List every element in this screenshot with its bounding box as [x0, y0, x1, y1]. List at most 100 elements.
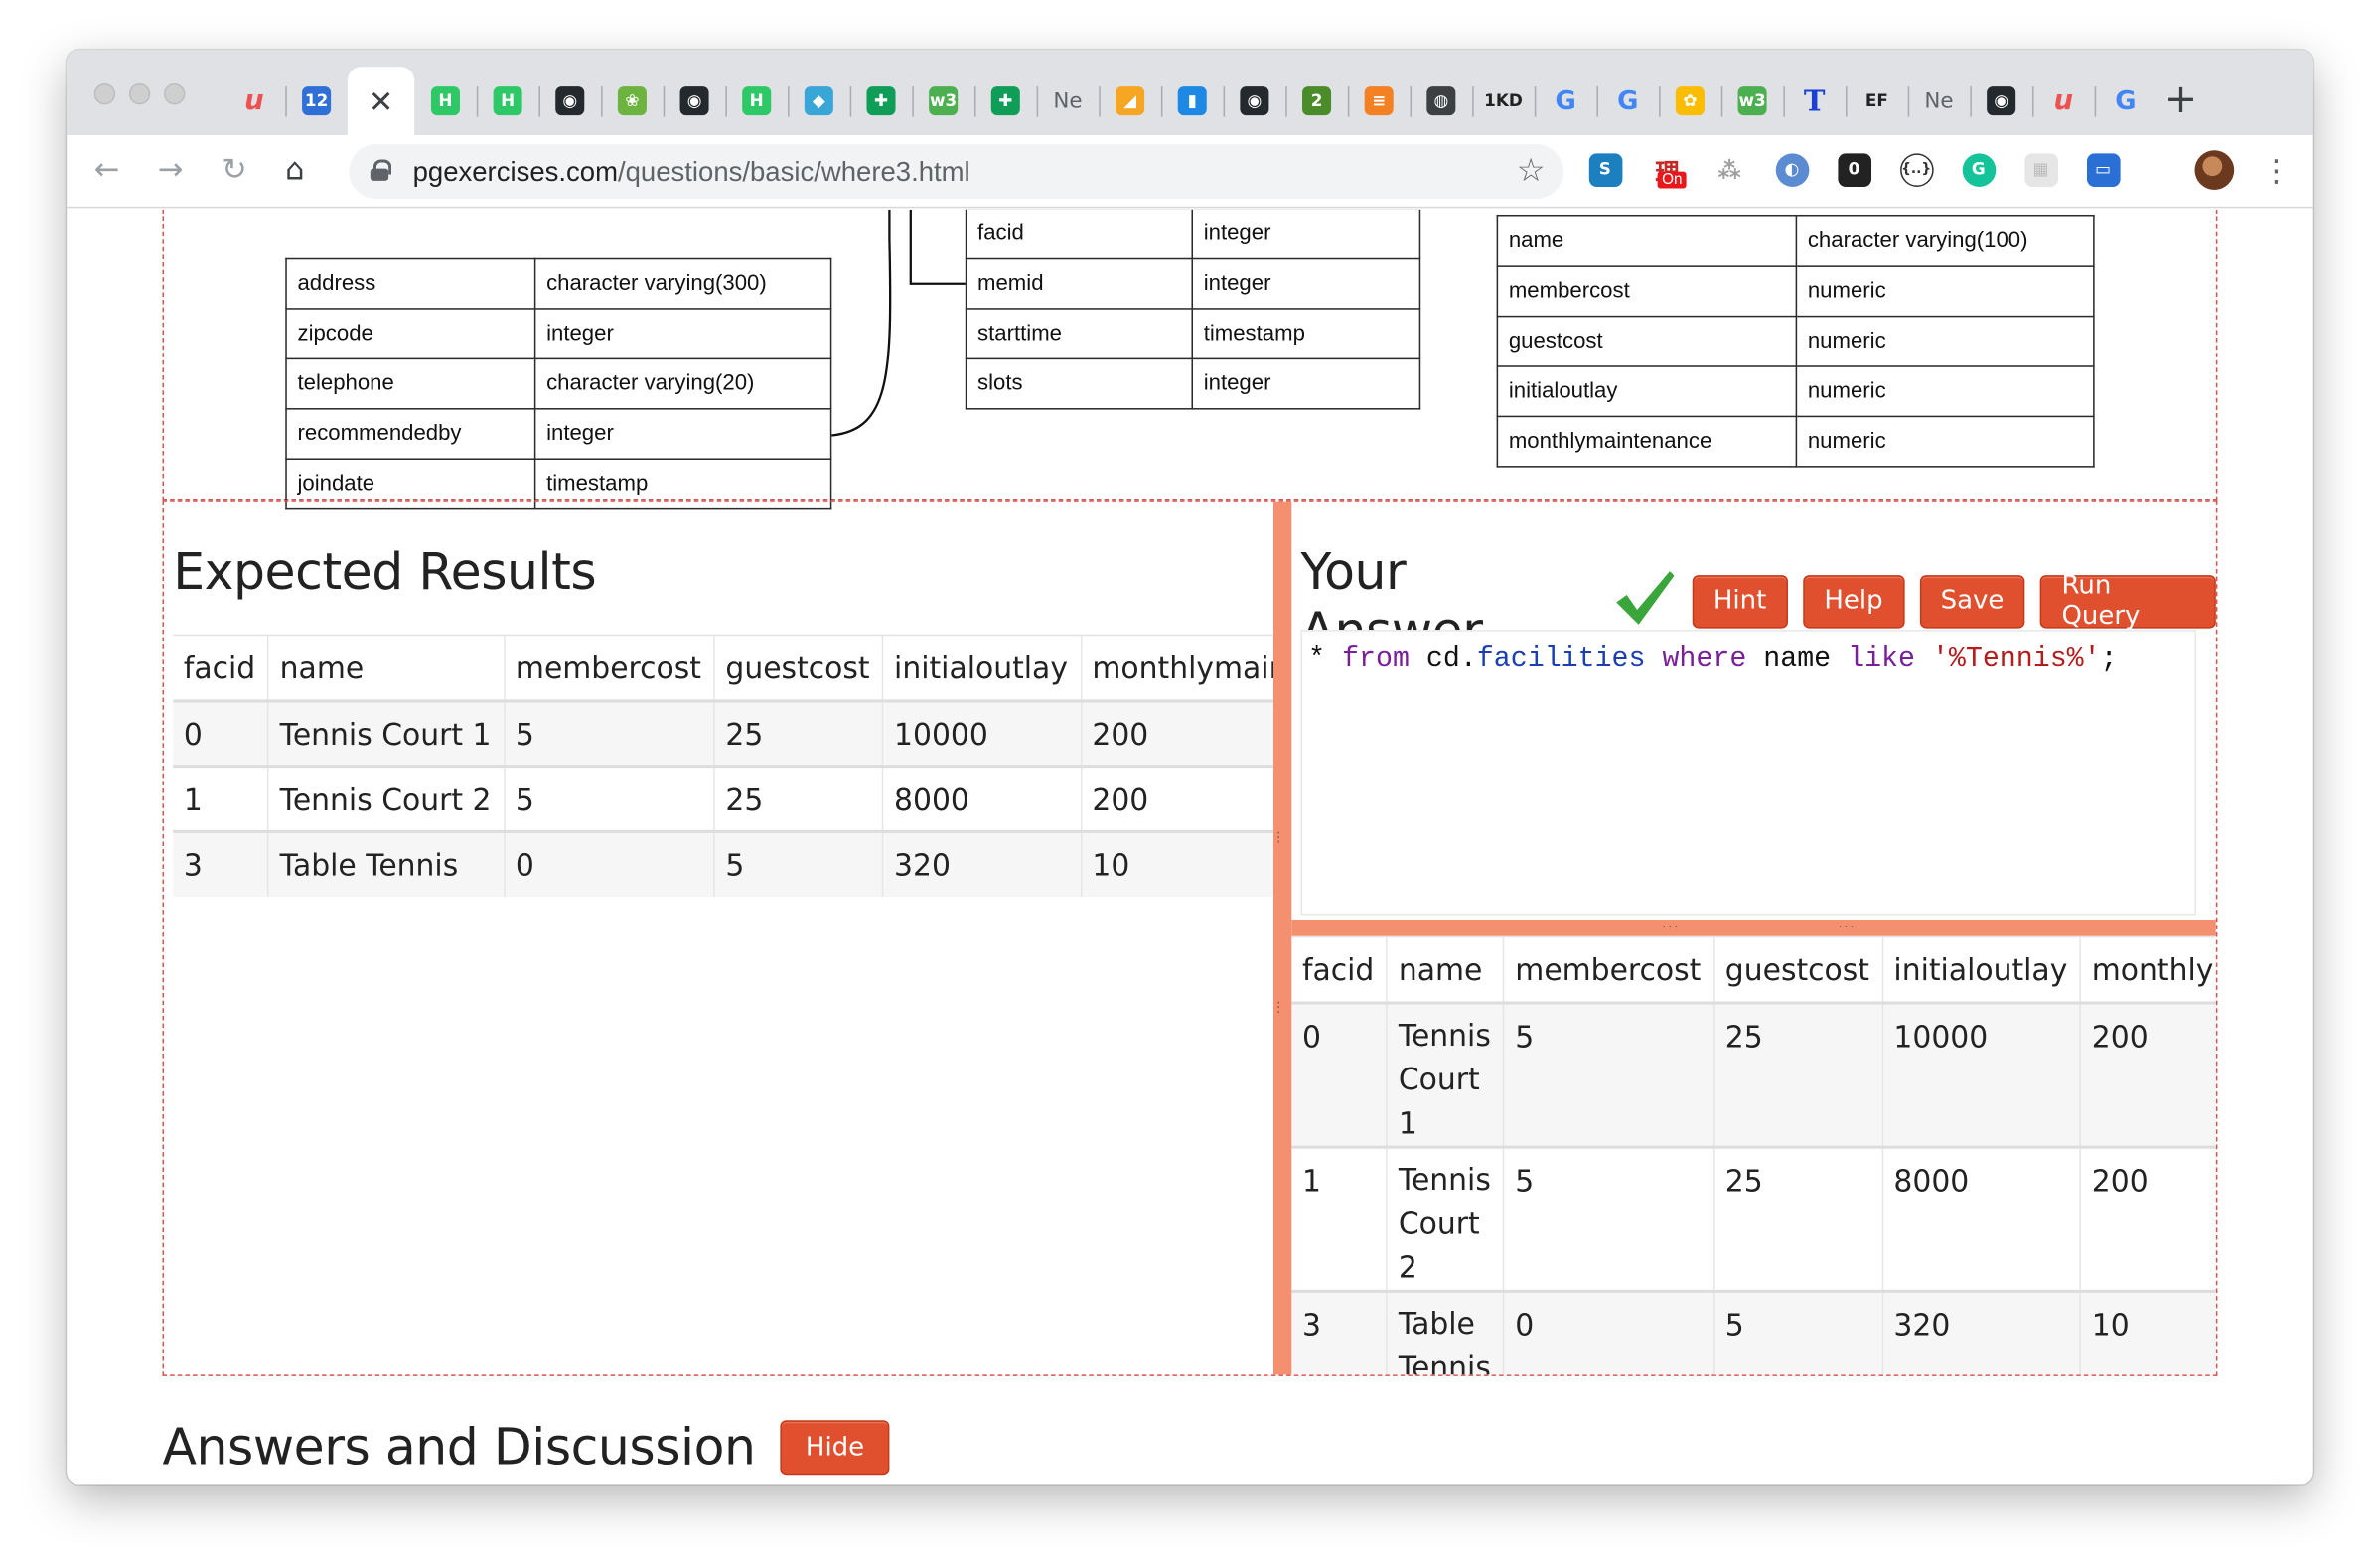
table-row: 1 Tennis Court 2 5 25 8000 200: [1291, 1145, 2216, 1291]
url-text[interactable]: pgexercises.com/questions/basic/where3.h…: [413, 156, 970, 188]
run-query-button[interactable]: Run Query: [2040, 571, 2216, 632]
browser-tab[interactable]: EF: [1846, 67, 1908, 135]
browser-tab[interactable]: G: [1596, 67, 1659, 135]
grammarly-icon[interactable]: G: [1958, 149, 1999, 190]
facilities-row: monthlymaintenance numeric: [1496, 415, 2095, 468]
address-bar[interactable]: pgexercises.com/questions/basic/where3.h…: [349, 144, 1563, 200]
column-header: name: [1386, 935, 1504, 1003]
relationship-lines: [831, 209, 966, 437]
hint-button[interactable]: Hint: [1692, 574, 1788, 628]
w3schools-icon: w3: [929, 86, 959, 116]
table-cell: 0: [503, 829, 714, 897]
minimize-window-button[interactable]: [128, 83, 151, 105]
forward-arrow-icon[interactable]: →: [158, 150, 184, 187]
back-arrow-icon[interactable]: ←: [94, 150, 120, 187]
browser-tab[interactable]: ◉: [663, 67, 726, 135]
browser-toolbar: ← → ↻ ⌂ pgexercises.com/questions/basic/…: [67, 134, 2313, 209]
table-cell: 0: [1291, 1001, 1388, 1147]
page-content: address character varying(300) zipcode inte…: [67, 209, 2313, 1485]
browser-tab[interactable]: H: [476, 67, 539, 135]
browser-tab[interactable]: u: [223, 67, 286, 135]
browser-tab[interactable]: G: [1534, 67, 1597, 135]
browser-tab[interactable]: H: [414, 67, 477, 135]
header-row: facid name membercost guestcost initialoutla…: [173, 634, 1273, 701]
reload-icon[interactable]: ↻: [222, 150, 247, 187]
expected-results-pane: Expected Results facid name membercost gues…: [164, 502, 1273, 1375]
browser-tab[interactable]: ❀: [601, 67, 664, 135]
browser-tab[interactable]: ◉: [538, 67, 601, 135]
table-cell: 3: [1291, 1289, 1388, 1375]
table-cell: 25: [1712, 1145, 1882, 1291]
sql-editor[interactable]: * from cd.facilities where name like '%T…: [1300, 630, 2197, 916]
query-results-panel: facid name membercost guestcost initialoutla…: [1291, 935, 2216, 1375]
table-cell: 8000: [881, 765, 1081, 831]
column-type-cell: numeric: [1795, 265, 2095, 318]
splitter-grip-icon[interactable]: ···: [1662, 921, 1680, 935]
column-header: initialoutlay: [881, 634, 1081, 701]
json-extension-icon[interactable]: {..}: [1895, 149, 1936, 190]
zoom-window-button[interactable]: [164, 83, 186, 105]
google-icon: G: [1617, 85, 1639, 116]
stackoverflow-icon: ≡: [1364, 86, 1394, 116]
grid-extension-icon[interactable]: ▦: [2020, 149, 2061, 190]
table-cell: 10: [2079, 1289, 2216, 1375]
browser-tab[interactable]: u: [2031, 67, 2095, 135]
browser-tab[interactable]: T: [1783, 67, 1846, 135]
browser-tab[interactable]: ◉: [1223, 67, 1286, 135]
table-cell: 5: [1712, 1289, 1882, 1375]
sql-code[interactable]: * from cd.facilities where name like '%T…: [1308, 643, 2117, 675]
browser-tab[interactable]: ▮: [1160, 67, 1224, 135]
expected-results-title: Expected Results: [173, 541, 597, 602]
browser-tab[interactable]: ✕: [347, 67, 415, 135]
browser-tab[interactable]: G: [2094, 67, 2157, 135]
palette-icon: ✿: [1675, 86, 1705, 116]
vertical-splitter[interactable]: · · · · · ·: [1272, 501, 1292, 1375]
new-tab-button[interactable]: +: [2164, 77, 2197, 123]
hide-button[interactable]: Hide: [779, 1419, 891, 1475]
browser-tab[interactable]: ◆: [788, 67, 850, 135]
menu-kebab-icon[interactable]: ⋮: [2256, 149, 2297, 190]
dictionary-extension-icon[interactable]: 理On: [1647, 149, 1688, 190]
splitter-grip-icon[interactable]: ···: [1838, 921, 1856, 935]
close-window-button[interactable]: [93, 83, 116, 105]
home-icon[interactable]: ⌂: [285, 150, 304, 187]
browser-tab[interactable]: ≡: [1347, 67, 1411, 135]
table-cell: 0: [1503, 1289, 1714, 1375]
browser-tab[interactable]: H: [725, 67, 788, 135]
browser-tab[interactable]: Ne: [1036, 67, 1100, 135]
browser-tab[interactable]: 12: [285, 67, 348, 135]
browser-tab[interactable]: ✚: [973, 67, 1037, 135]
checkmark-icon: [1615, 571, 1675, 625]
s-extension-icon[interactable]: S: [1584, 149, 1625, 190]
splitter-grip-icon[interactable]: ···: [1276, 998, 1280, 1021]
browser-tab[interactable]: w3: [912, 67, 974, 135]
browser-tab[interactable]: Ne: [1907, 67, 1971, 135]
spring-icon: ❀: [617, 86, 647, 116]
lock-icon[interactable]: [370, 159, 392, 181]
zero-extension-icon[interactable]: 0: [1834, 149, 1874, 190]
browser-tab[interactable]: ◉: [1970, 67, 2032, 135]
table-cell: 10000: [881, 699, 1081, 766]
browser-tab[interactable]: w3: [1720, 67, 1784, 135]
bookmark-star-icon[interactable]: ☆: [1517, 152, 1546, 189]
browser-tab[interactable]: ◍: [1410, 67, 1473, 135]
browser-tab[interactable]: ◢: [1099, 67, 1161, 135]
browser-tab[interactable]: 2: [1285, 67, 1348, 135]
table-cell: 320: [881, 829, 1081, 897]
o-extension-icon[interactable]: ◐: [1771, 149, 1812, 190]
splitter-grip-icon[interactable]: ···: [1276, 828, 1280, 851]
table-cell: 5: [1503, 1001, 1714, 1147]
browser-tab[interactable]: 1KD: [1472, 67, 1535, 135]
profile-avatar[interactable]: [2193, 149, 2234, 190]
browser-tab[interactable]: ✿: [1659, 67, 1721, 135]
column-header: facid: [1291, 935, 1388, 1003]
table-cell: Tennis Court 1: [267, 699, 505, 766]
sitemap-extension-icon[interactable]: ⁂: [1710, 149, 1750, 190]
card-extension-icon[interactable]: ▭: [2082, 149, 2123, 190]
save-button[interactable]: Save: [1919, 574, 2025, 628]
help-button[interactable]: Help: [1802, 574, 1904, 628]
table-cell: 5: [713, 829, 883, 897]
browser-tab[interactable]: ✚: [849, 67, 913, 135]
close-icon[interactable]: ✕: [369, 82, 394, 119]
horizontal-splitter[interactable]: ··· ···: [1291, 919, 2216, 936]
